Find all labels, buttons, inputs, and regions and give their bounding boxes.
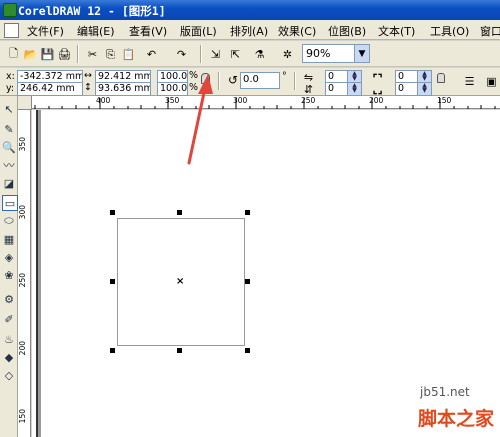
selection-handle-left[interactable] [110, 279, 115, 284]
height-field[interactable]: 93.636 mm [95, 82, 151, 96]
menu-arrange[interactable]: 排列(A) [230, 23, 268, 39]
separator [77, 45, 79, 63]
spin-arrows-icon[interactable]: ▲ ▼ [417, 82, 432, 96]
ruler-origin-corner[interactable] [18, 96, 32, 110]
shape-tool-icon[interactable]: ✎ [2, 122, 16, 136]
chevron-down-icon[interactable]: ▼ [354, 45, 369, 62]
separator [200, 45, 202, 63]
ruler-label: 150 [18, 409, 27, 424]
to-front-icon[interactable]: ▣ [482, 72, 500, 91]
menu-bar: 文件(F) 编辑(E) 查看(V) 版面(L) 排列(A) 效果(C) 位图(B… [0, 20, 500, 40]
rotation-angle-field[interactable]: 0.0 [240, 72, 280, 89]
watermark-brand: 脚本之家 [418, 408, 495, 430]
smart-fill-tool-icon[interactable]: ◪ [2, 176, 16, 190]
export-icon[interactable]: ⇱ [226, 45, 245, 64]
selection-handle-bottom-left[interactable] [110, 348, 115, 353]
horizontal-ruler-ticks [34, 98, 496, 109]
menu-view[interactable]: 查看(V) [129, 23, 167, 39]
toolbox: ↖ ✎ 🔍 〰 ◪ ▭ ⬭ ▦ ◈ ❀ ⚙ ✐ ♨ ◆ ◇ [0, 96, 18, 437]
pick-tool-icon[interactable]: ↖ [2, 102, 16, 116]
round-corners-together-lock-icon[interactable] [437, 73, 445, 83]
selection-handle-top[interactable] [177, 210, 182, 215]
menu-tools[interactable]: 工具(O) [430, 23, 469, 39]
interactive-tool-icon[interactable]: ⚙ [2, 292, 16, 306]
vertical-ruler[interactable]: 350 300 250 200 150 [18, 109, 31, 437]
coreldraw-app-icon[interactable] [3, 3, 17, 17]
rotation-center-marker-icon[interactable]: × [176, 276, 184, 287]
separator [294, 72, 296, 90]
width-icon: ↔ [84, 70, 92, 81]
y-label: y: [6, 83, 15, 94]
basic-shapes-tool-icon[interactable]: ◈ [2, 250, 16, 264]
rectangle-tool-icon[interactable]: ▭ [2, 195, 18, 211]
polygon-tool-icon[interactable]: ▦ [2, 232, 16, 246]
x-label: x: [6, 71, 15, 82]
freehand-tool-icon[interactable]: 〰 [2, 158, 16, 172]
paste-icon[interactable]: 📋 [119, 45, 138, 64]
menu-file[interactable]: 文件(F) [27, 23, 64, 39]
window-title: CorelDRAW 12 - [图形1] [18, 4, 166, 18]
text-tool-icon[interactable]: ❀ [2, 268, 16, 282]
copy-icon[interactable]: ⎘ [101, 45, 120, 64]
ruler-label: 250 [18, 273, 27, 288]
selection-handle-bottom[interactable] [177, 348, 182, 353]
spin-arrows-icon[interactable]: ▲ ▼ [347, 82, 362, 96]
title-bar: CorelDRAW 12 - [图形1] [0, 0, 500, 20]
fill-tool-icon[interactable]: ◆ [2, 350, 16, 364]
menu-bitmaps[interactable]: 位图(B) [328, 23, 366, 39]
rotate-icon: ↺ [228, 73, 239, 87]
app-launcher-icon[interactable]: ⚗ [250, 45, 269, 64]
height-icon: ↕ [84, 82, 92, 93]
ellipse-tool-icon[interactable]: ⬭ [2, 214, 16, 228]
outline-tool-icon[interactable]: ♨ [2, 332, 16, 346]
standard-toolbar: 🗋 📂 💾 🖨 ✂ ⎘ 📋 ↶ ↷ ⇲ ⇱ ⚗ ✲ [0, 41, 500, 67]
menu-window[interactable]: 窗口 [480, 23, 500, 39]
menu-text[interactable]: 文本(T) [378, 23, 415, 39]
page-shadow [38, 110, 41, 437]
document-menu-icon[interactable] [4, 23, 19, 38]
menu-edit[interactable]: 编辑(E) [77, 23, 115, 39]
selection-handle-bottom-right[interactable] [245, 348, 250, 353]
annotation-arrow-icon [187, 74, 213, 165]
menu-layout[interactable]: 版面(L) [180, 23, 217, 39]
watermark-site: jb51.net [420, 385, 470, 399]
ruler-label: 200 [18, 341, 27, 356]
selection-handle-top-left[interactable] [110, 210, 115, 215]
text-wrap-icon[interactable]: ☰ [460, 72, 479, 91]
corel-online-icon[interactable]: ✲ [278, 45, 297, 64]
menu-effects[interactable]: 效果(C) [278, 23, 316, 39]
redo-icon[interactable]: ↷ [172, 45, 191, 64]
cut-icon[interactable]: ✂ [83, 45, 102, 64]
y-position-field[interactable]: 246.42 mm [17, 82, 83, 96]
undo-icon[interactable]: ↶ [142, 45, 161, 64]
selection-handle-right[interactable] [245, 279, 250, 284]
print-icon[interactable]: 🖨 [55, 45, 74, 64]
import-icon[interactable]: ⇲ [206, 45, 225, 64]
ruler-label: 300 [18, 205, 27, 220]
zoom-tool-icon[interactable]: 🔍 [2, 140, 16, 154]
interactive-fill-tool-icon[interactable]: ◇ [2, 368, 16, 382]
ruler-label: 350 [18, 137, 27, 152]
selection-handle-top-right[interactable] [245, 210, 250, 215]
property-bar: x: -342.372 mm y: 246.42 mm ↔ 92.412 mm … [0, 68, 500, 96]
eyedropper-tool-icon[interactable]: ✐ [2, 312, 16, 326]
degree-label: ° [282, 71, 287, 82]
